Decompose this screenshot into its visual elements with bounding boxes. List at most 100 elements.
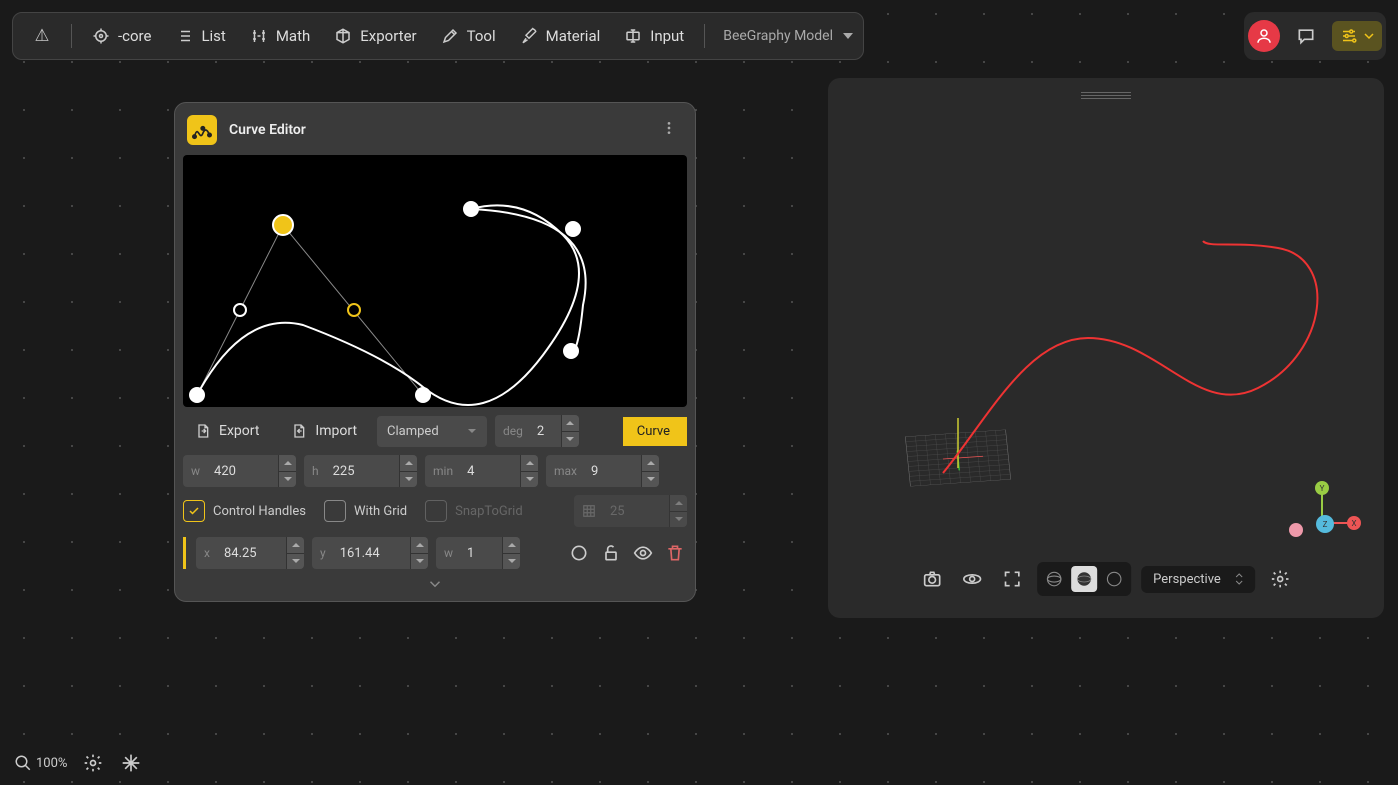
control-handles-checkbox[interactable] — [183, 500, 205, 522]
top-right-group — [1244, 12, 1386, 60]
collapse-button[interactable] — [183, 575, 687, 593]
step-down[interactable] — [400, 472, 417, 488]
min-stepper[interactable]: min 4 — [425, 455, 538, 487]
step-up[interactable] — [521, 455, 538, 472]
min-label: min — [425, 455, 461, 487]
with-grid-checkbox[interactable] — [324, 500, 346, 522]
projection-value: Perspective — [1153, 572, 1221, 587]
math-icon — [250, 27, 268, 45]
point-w-stepper[interactable]: w 1 — [436, 537, 520, 569]
h-value: 225 — [327, 455, 399, 487]
material-menu[interactable]: Material — [510, 21, 611, 51]
avatar[interactable] — [1248, 20, 1280, 52]
curve-canvas[interactable] — [183, 155, 687, 407]
snowflake-icon — [121, 753, 141, 773]
list-menu-label: List — [201, 27, 225, 45]
viewport-drag-handle[interactable] — [1081, 92, 1131, 100]
grid-icon — [574, 495, 604, 527]
file-import-icon — [291, 423, 307, 439]
logo-button[interactable] — [23, 21, 61, 51]
y-label: y — [312, 537, 334, 569]
svg-text:X: X — [1351, 519, 1356, 528]
shading-rendered[interactable] — [1101, 566, 1127, 592]
curve-tag[interactable]: Curve — [623, 417, 687, 446]
viewport-3d[interactable]: Y X Z Perspective — [828, 78, 1384, 618]
projection-select[interactable]: Perspective — [1141, 566, 1255, 593]
step-down[interactable] — [521, 472, 538, 488]
freeze-button[interactable] — [119, 751, 143, 775]
clamp-mode-value: Clamped — [387, 424, 439, 439]
svg-text:Y: Y — [1320, 484, 1325, 493]
clamp-mode-select[interactable]: Clamped — [377, 416, 487, 447]
h-label: h — [304, 455, 327, 487]
zoom-icon — [14, 754, 32, 772]
sliders-icon — [1340, 27, 1358, 45]
logo-icon — [33, 27, 51, 45]
user-icon — [1255, 27, 1273, 45]
width-stepper[interactable]: w 420 — [183, 455, 296, 487]
axis-gizmo[interactable]: Y X Z — [1282, 478, 1362, 558]
curve-svg — [183, 155, 687, 407]
step-up[interactable] — [670, 495, 687, 512]
height-stepper[interactable]: h 225 — [304, 455, 417, 487]
gear-icon — [83, 753, 103, 773]
fullscreen-button[interactable] — [997, 564, 1027, 594]
step-down[interactable] — [503, 554, 520, 570]
degree-stepper[interactable]: deg 2 — [495, 415, 579, 447]
exporter-menu[interactable]: Exporter — [324, 21, 426, 51]
step-down[interactable] — [670, 512, 687, 528]
step-down[interactable] — [562, 432, 579, 448]
step-down[interactable] — [642, 472, 659, 488]
orbit-icon — [962, 569, 982, 589]
step-up[interactable] — [287, 537, 304, 554]
shading-wireframe[interactable] — [1041, 566, 1067, 592]
box-icon — [334, 27, 352, 45]
input-menu[interactable]: Input — [614, 21, 694, 51]
step-up[interactable] — [411, 537, 428, 554]
export-button[interactable]: Export — [183, 415, 271, 447]
point-x-stepper[interactable]: x 84.25 — [196, 537, 304, 569]
input-menu-label: Input — [650, 27, 684, 45]
panel-header[interactable]: Curve Editor — [183, 111, 687, 155]
step-up[interactable] — [503, 537, 520, 554]
viewport-settings-button[interactable] — [1265, 564, 1295, 594]
input-icon — [624, 27, 642, 45]
svg-text:Z: Z — [1323, 520, 1328, 529]
circle-button[interactable] — [567, 541, 591, 565]
import-button[interactable]: Import — [279, 415, 369, 447]
app-settings-button[interactable] — [81, 751, 105, 775]
max-stepper[interactable]: max 9 — [546, 455, 659, 487]
unlock-icon — [601, 543, 621, 563]
comment-button[interactable] — [1288, 18, 1324, 54]
screenshot-button[interactable] — [917, 564, 947, 594]
visibility-button[interactable] — [631, 541, 655, 565]
step-up[interactable] — [642, 455, 659, 472]
step-down[interactable] — [411, 554, 428, 570]
exporter-menu-label: Exporter — [360, 27, 416, 45]
grid-size-stepper[interactable]: 25 — [574, 495, 687, 527]
orbit-button[interactable] — [957, 564, 987, 594]
sphere-icon — [1105, 570, 1123, 588]
list-menu[interactable]: List — [165, 21, 235, 51]
step-up[interactable] — [400, 455, 417, 472]
file-export-icon — [195, 423, 211, 439]
panel-menu-button[interactable] — [657, 116, 681, 144]
core-menu[interactable]: -core — [82, 21, 161, 51]
fullscreen-icon — [1002, 569, 1022, 589]
snap-to-grid-checkbox[interactable] — [425, 500, 447, 522]
zoom-control[interactable]: 100% — [14, 754, 67, 772]
settings-dropdown[interactable] — [1332, 21, 1382, 51]
x-value: 84.25 — [218, 537, 286, 569]
panel-title: Curve Editor — [229, 122, 645, 138]
step-down[interactable] — [279, 472, 296, 488]
lock-button[interactable] — [599, 541, 623, 565]
point-y-stepper[interactable]: y 161.44 — [312, 537, 428, 569]
model-name-dropdown[interactable]: BeeGraphy Model — [723, 28, 853, 44]
step-up[interactable] — [279, 455, 296, 472]
shading-solid[interactable] — [1071, 566, 1097, 592]
step-up[interactable] — [562, 415, 579, 432]
tool-menu[interactable]: Tool — [431, 21, 506, 51]
delete-button[interactable] — [663, 541, 687, 565]
math-menu[interactable]: Math — [240, 21, 320, 51]
step-down[interactable] — [287, 554, 304, 570]
